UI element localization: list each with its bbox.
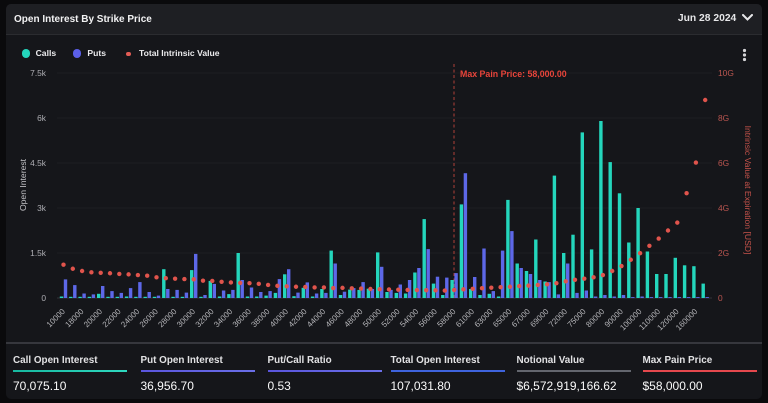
- svg-text:67000: 67000: [510, 307, 532, 329]
- svg-text:80000: 80000: [584, 307, 606, 329]
- svg-text:72000: 72000: [547, 307, 569, 329]
- svg-text:0: 0: [718, 293, 723, 303]
- svg-text:0: 0: [41, 293, 46, 303]
- svg-text:6k: 6k: [37, 113, 47, 123]
- svg-text:69000: 69000: [528, 307, 550, 329]
- svg-text:10G: 10G: [718, 68, 734, 78]
- svg-text:28000: 28000: [156, 307, 178, 329]
- svg-text:26000: 26000: [138, 307, 160, 329]
- svg-text:3k: 3k: [37, 203, 47, 213]
- svg-text:32000: 32000: [194, 307, 216, 329]
- svg-text:52000: 52000: [380, 307, 402, 329]
- svg-text:8G: 8G: [718, 113, 729, 123]
- svg-text:75000: 75000: [566, 307, 588, 329]
- svg-text:46000: 46000: [324, 307, 346, 329]
- svg-text:61000: 61000: [454, 307, 476, 329]
- svg-text:38000: 38000: [249, 307, 271, 329]
- svg-text:4.5k: 4.5k: [30, 158, 47, 168]
- svg-text:40000: 40000: [268, 307, 290, 329]
- svg-text:Max Pain Price: 58,000.00: Max Pain Price: 58,000.00: [460, 69, 567, 79]
- svg-text:34000: 34000: [212, 307, 234, 329]
- svg-text:48000: 48000: [342, 307, 364, 329]
- svg-text:18000: 18000: [63, 307, 85, 329]
- svg-text:22000: 22000: [101, 307, 123, 329]
- svg-text:1.5k: 1.5k: [30, 248, 47, 258]
- svg-text:6G: 6G: [718, 158, 729, 168]
- svg-text:20000: 20000: [82, 307, 104, 329]
- svg-text:63000: 63000: [473, 307, 495, 329]
- svg-text:4G: 4G: [718, 203, 729, 213]
- svg-text:58000: 58000: [435, 307, 457, 329]
- svg-text:42000: 42000: [287, 307, 309, 329]
- svg-text:Open Interest: Open Interest: [18, 158, 28, 211]
- svg-text:54000: 54000: [398, 307, 420, 329]
- svg-text:24000: 24000: [119, 307, 141, 329]
- svg-text:65000: 65000: [491, 307, 513, 329]
- svg-text:2G: 2G: [718, 248, 729, 258]
- svg-text:7.5k: 7.5k: [30, 68, 47, 78]
- svg-text:10000: 10000: [45, 307, 67, 329]
- svg-text:30000: 30000: [175, 307, 197, 329]
- svg-text:50000: 50000: [361, 307, 383, 329]
- svg-text:36000: 36000: [231, 307, 253, 329]
- svg-text:56000: 56000: [417, 307, 439, 329]
- svg-text:160000: 160000: [674, 307, 700, 333]
- svg-text:Intrinsic Value at Expiration: Intrinsic Value at Expiration [USD]: [743, 126, 753, 255]
- svg-text:44000: 44000: [305, 307, 327, 329]
